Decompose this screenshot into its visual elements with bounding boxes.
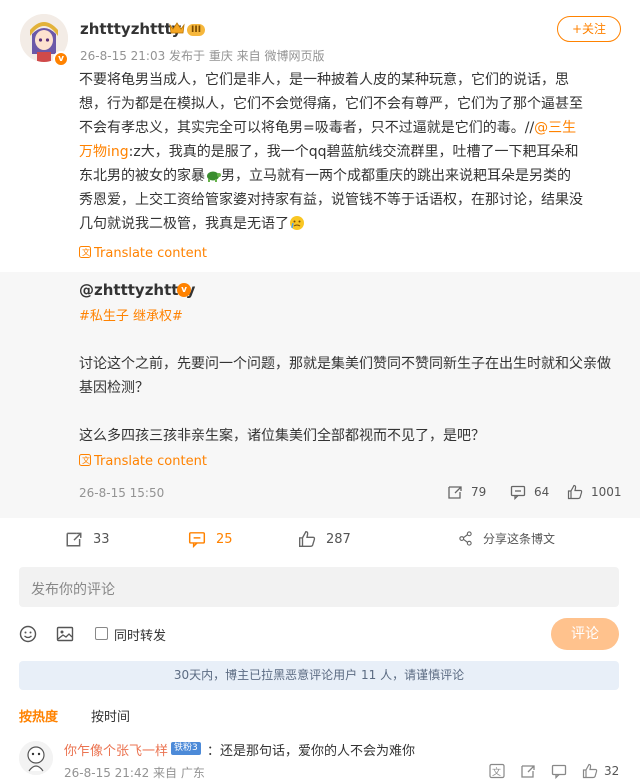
translate-label[interactable]: Translate content	[94, 246, 207, 261]
share-label[interactable]: 分享这条博文	[483, 530, 555, 547]
svg-text:文: 文	[82, 455, 90, 465]
submit-comment-button[interactable]: 评论	[551, 618, 619, 650]
comment-input[interactable]: 发布你的评论	[19, 567, 619, 607]
quoted-text-line: 讨论这个之前，先要问一个问题，那就是集美们赞同不赞同新生子在出生时就和父亲做	[79, 356, 611, 372]
like-count: 287	[326, 531, 351, 547]
comment-count: 25	[216, 531, 233, 547]
translate-comment-icon[interactable]: 文	[489, 763, 505, 779]
like-icon	[299, 531, 316, 547]
post-author-name[interactable]: zhtttyzhttty	[80, 20, 181, 38]
commenter-name[interactable]: 你乍像个张飞一样	[64, 740, 168, 759]
quoted-comment-count: 64	[534, 485, 550, 499]
crying-emoji-icon	[290, 216, 304, 230]
emoji-icon[interactable]	[19, 625, 37, 643]
fan-badge: 铁粉3	[171, 742, 201, 755]
sort-by-time-tab[interactable]: 按时间	[91, 706, 130, 725]
post-text: 不会有孝忠义，其实完全可以将龟男=吸毒者，只不过逼就是它们的毒。//	[79, 120, 535, 136]
quoted-text-line: 基因检测？	[79, 380, 149, 396]
repost-icon	[448, 486, 462, 499]
post-text: 几句就说我二极管，我真是无语了	[79, 216, 289, 232]
translate-icon: 文	[79, 246, 91, 258]
comment-button[interactable]: 25	[188, 530, 233, 548]
post-line: 几句就说我二极管，我真是无语了	[79, 212, 623, 236]
quoted-text-line: 这么多四孩三孩非亲生案，诸位集美们全部都视而不见了，是吧？	[79, 428, 485, 444]
translate-label[interactable]: Translate content	[94, 454, 207, 469]
comment-text: ：还是那句话，爱你的人不会为难你	[207, 744, 416, 759]
repost-icon	[66, 532, 82, 547]
post-meta: 26-8-15 21:03 发布于 重庆 来自 微博网页版	[80, 49, 325, 63]
crown-icon	[169, 22, 185, 34]
svg-text:文: 文	[492, 766, 501, 778]
like-icon[interactable]	[582, 763, 598, 779]
follow-button[interactable]: +关注	[557, 16, 621, 42]
post-line: 不会有孝忠义，其实完全可以将龟男=吸毒者，只不过逼就是它们的毒。//@三生	[79, 116, 623, 140]
post-text: :z大，我真的是服了，我一个qq碧蓝航线交流群里，吐槽了一下耙耳朵和	[128, 144, 579, 160]
hashtag-link[interactable]: #私生子 继承权#	[79, 305, 183, 324]
verified-badge: v	[177, 283, 191, 297]
post-line: 不要将龟男当成人，它们是非人，是一种披着人皮的某种玩意，它们的说话，思	[79, 72, 569, 88]
verified-badge: v	[53, 51, 69, 67]
like-button[interactable]: 287	[298, 530, 351, 548]
share-icon	[459, 531, 472, 546]
comment-icon	[510, 485, 526, 500]
repost-count: 33	[93, 531, 110, 547]
quoted-repost-count: 79	[471, 485, 487, 499]
quoted-footer: 26-8-15 15:50 79 64 1001	[0, 484, 640, 504]
post-line: 万物ing:z大，我真的是服了，我一个qq碧蓝航线交流群里，吐槽了一下耙耳朵和	[79, 140, 623, 164]
quoted-like-stat[interactable]: 1001	[567, 484, 622, 500]
repost-button[interactable]: 33	[65, 530, 110, 548]
comment-like-count: 32	[604, 764, 620, 778]
sort-by-hot-tab[interactable]: 按热度	[19, 706, 58, 725]
post-line: 秀恩爱，上交工资给管家婆对持家有益，说管钱不等于话语权，在那讨论，结果没	[79, 192, 583, 208]
share-button[interactable]: 分享这条博文	[458, 530, 555, 547]
image-icon[interactable]	[56, 625, 74, 643]
mention-link-cont[interactable]: 万物ing	[79, 144, 129, 160]
quoted-like-count: 1001	[591, 485, 622, 499]
commenter-avatar[interactable]	[19, 741, 53, 775]
comment-icon	[188, 532, 206, 548]
block-notice: 30天内，博主已拉黑恶意评论用户 11 人，请谨慎评论	[19, 661, 619, 690]
post-line: 东北男的被女的家暴 男，立马就有一两个成都重庆的跳出来说耙耳朵是另类的	[79, 164, 623, 188]
also-repost-checkbox[interactable]	[95, 627, 108, 640]
quoted-comment-stat[interactable]: 64	[510, 484, 549, 500]
like-icon	[567, 484, 583, 500]
comment-meta: 26-8-15 21:42 来自 广东	[64, 766, 205, 780]
turtle-emoji-icon	[207, 171, 221, 182]
level-badge: III	[187, 24, 206, 36]
also-repost-label[interactable]: 同时转发	[114, 625, 166, 644]
svg-text:文: 文	[82, 247, 90, 257]
composer-toolbar: 同时转发 评论	[0, 616, 640, 652]
mention-link[interactable]: @三生	[534, 120, 576, 136]
translate-icon: 文	[79, 454, 91, 466]
post-action-bar: 33 25 287 分享这条博文	[0, 522, 640, 556]
post-text: 东北男的被女的家暴	[79, 168, 205, 184]
quoted-timestamp: 26-8-15 15:50	[79, 486, 165, 500]
post-content: 不要将龟男当成人，它们是非人，是一种披着人皮的某种玩意，它们的说话，思 想，行为…	[79, 68, 623, 236]
post-text: 男，立马就有一两个成都重庆的跳出来说耙耳朵是另类的	[221, 168, 571, 184]
repost-icon[interactable]	[520, 763, 536, 779]
quoted-repost-stat[interactable]: 79	[447, 484, 486, 500]
translate-link-quoted[interactable]: 文 Translate content	[79, 454, 207, 469]
translate-link[interactable]: 文 Translate content	[79, 246, 207, 261]
post-header: v zhtttyzhttty III 26-8-15 21:03 发布于 重庆 …	[0, 0, 640, 70]
post-line: 想，行为都是在模拟人，它们不会觉得痛，它们不会有尊严，它们为了那个逼甚至	[79, 96, 583, 112]
reply-icon[interactable]	[551, 763, 567, 779]
